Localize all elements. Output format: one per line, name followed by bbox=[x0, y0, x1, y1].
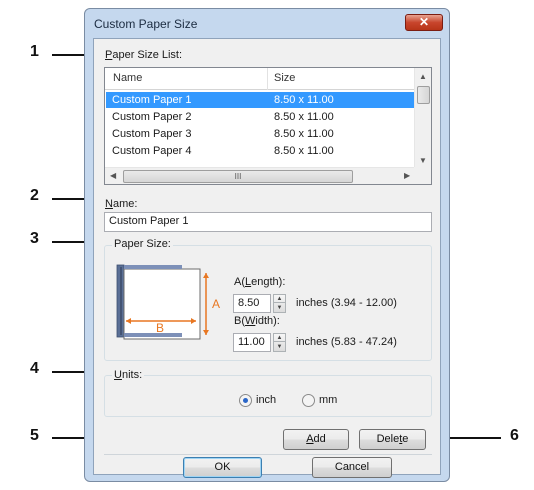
units-group-label: Units: bbox=[112, 369, 145, 381]
scroll-down-arrow-icon[interactable]: ▼ bbox=[419, 156, 427, 165]
callout-6: 6 bbox=[510, 427, 519, 444]
row-name: Custom Paper 1 bbox=[112, 94, 192, 106]
delete-button[interactable]: Delete bbox=[359, 429, 426, 450]
paper-size-list-label: Paper Size List: bbox=[105, 49, 183, 61]
row-name: Custom Paper 3 bbox=[112, 128, 192, 140]
button-separator bbox=[104, 454, 432, 455]
column-header-name[interactable]: Name bbox=[113, 72, 142, 84]
spin-down-arrow-icon[interactable]: ▼ bbox=[274, 304, 285, 312]
spin-down-arrow-icon[interactable]: ▼ bbox=[274, 343, 285, 351]
list-horizontal-scrollbar[interactable]: ◀ III ▶ bbox=[105, 167, 416, 184]
length-input[interactable]: 8.50 bbox=[233, 294, 271, 313]
list-row-custom-paper-1[interactable]: Custom Paper 1 8.50 x 11.00 bbox=[106, 92, 416, 108]
list-header: Name Size bbox=[105, 68, 416, 90]
custom-paper-size-dialog: Custom Paper Size ✕ Paper Size List: Nam… bbox=[84, 8, 450, 482]
list-row-custom-paper-2[interactable]: Custom Paper 2 8.50 x 11.00 bbox=[106, 109, 416, 125]
list-vertical-scrollbar[interactable]: ▲ ▼ bbox=[414, 68, 431, 169]
close-icon: ✕ bbox=[418, 15, 430, 29]
title-bar[interactable]: Custom Paper Size ✕ bbox=[85, 9, 449, 37]
add-button[interactable]: Add bbox=[283, 429, 349, 450]
row-size: 8.50 x 11.00 bbox=[274, 145, 334, 157]
vertical-scroll-thumb[interactable] bbox=[417, 86, 430, 104]
length-spinner[interactable]: ▲ ▼ bbox=[273, 294, 286, 313]
column-separator[interactable] bbox=[267, 68, 268, 90]
list-row-custom-paper-3[interactable]: Custom Paper 3 8.50 x 11.00 bbox=[106, 126, 416, 142]
unit-mm-radio[interactable] bbox=[302, 394, 315, 407]
dialog-title: Custom Paper Size bbox=[94, 17, 198, 31]
length-label: A(Length): bbox=[234, 276, 286, 288]
row-size: 8.50 x 11.00 bbox=[274, 128, 334, 140]
scroll-right-arrow-icon[interactable]: ▶ bbox=[404, 171, 410, 180]
ok-button[interactable]: OK bbox=[183, 457, 262, 478]
unit-inch-radio[interactable] bbox=[239, 394, 252, 407]
width-range-text: inches (5.83 - 47.24) bbox=[296, 336, 397, 348]
row-name: Custom Paper 4 bbox=[112, 145, 192, 157]
unit-mm-label[interactable]: mm bbox=[319, 394, 337, 406]
callout-3: 3 bbox=[30, 230, 39, 247]
paper-size-list[interactable]: Name Size Custom Paper 1 8.50 x 11.00 Cu… bbox=[104, 67, 432, 185]
scroll-up-arrow-icon[interactable]: ▲ bbox=[419, 72, 427, 81]
dialog-body: Paper Size List: Name Size Custom Paper … bbox=[93, 38, 441, 478]
diagram-letter-a: A bbox=[212, 297, 220, 311]
list-row-custom-paper-4[interactable]: Custom Paper 4 8.50 x 11.00 bbox=[106, 143, 416, 159]
cancel-button[interactable]: Cancel bbox=[312, 457, 392, 478]
row-size: 8.50 x 11.00 bbox=[274, 94, 334, 106]
callout-2: 2 bbox=[30, 187, 39, 204]
scroll-left-arrow-icon[interactable]: ◀ bbox=[110, 171, 116, 180]
width-spinner[interactable]: ▲ ▼ bbox=[273, 333, 286, 352]
horizontal-scroll-thumb[interactable]: III bbox=[123, 170, 353, 183]
name-input[interactable]: Custom Paper 1 bbox=[104, 212, 432, 232]
row-name: Custom Paper 2 bbox=[112, 111, 192, 123]
unit-inch-label[interactable]: inch bbox=[256, 394, 276, 406]
spin-up-arrow-icon[interactable]: ▲ bbox=[274, 334, 285, 342]
diagram-letter-b: B bbox=[156, 321, 164, 335]
callout-4: 4 bbox=[30, 360, 39, 377]
column-header-size[interactable]: Size bbox=[274, 72, 295, 84]
paper-size-group-label: Paper Size: bbox=[112, 238, 173, 250]
scroll-grip-icon: III bbox=[234, 172, 242, 181]
row-size: 8.50 x 11.00 bbox=[274, 111, 334, 123]
callout-1: 1 bbox=[30, 43, 39, 60]
name-label: Name: bbox=[105, 198, 138, 210]
spin-up-arrow-icon[interactable]: ▲ bbox=[274, 295, 285, 303]
length-range-text: inches (3.94 - 12.00) bbox=[296, 297, 397, 309]
paper-size-diagram-icon: B A bbox=[116, 264, 220, 340]
width-input[interactable]: 11.00 bbox=[233, 333, 271, 352]
scrollbar-corner bbox=[414, 167, 431, 184]
callout-5: 5 bbox=[30, 427, 39, 444]
width-label: B(Width): bbox=[234, 315, 280, 327]
close-button[interactable]: ✕ bbox=[405, 14, 443, 31]
